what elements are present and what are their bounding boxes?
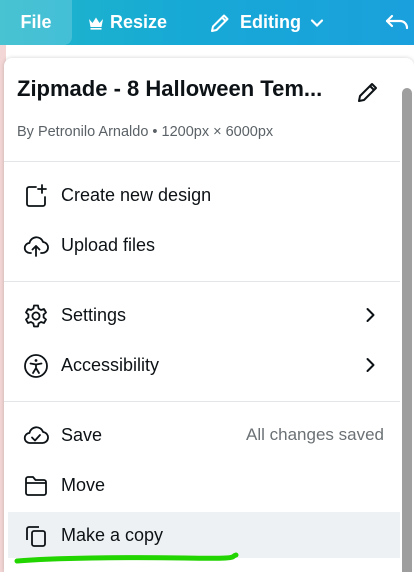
create-new-design-label: Create new design	[61, 184, 212, 205]
design-byline: By Petronilo Arnaldo • 1200px × 6000px	[17, 124, 274, 140]
file-menu-button[interactable]: File	[0, 0, 72, 45]
move-item[interactable]: Move	[8, 462, 400, 508]
accessibility-item[interactable]: Accessibility	[8, 342, 400, 388]
pencil-icon	[211, 14, 229, 32]
create-new-design-item[interactable]: Create new design	[8, 172, 400, 218]
crown-icon	[89, 17, 103, 30]
save-status: All changes saved	[246, 425, 384, 444]
chevron-right-icon	[366, 358, 375, 372]
copy-icon	[26, 526, 46, 547]
make-a-copy-label: Make a copy	[61, 524, 164, 545]
accessibility-icon	[24, 354, 48, 378]
gear-icon	[25, 304, 47, 328]
file-menu-label: File	[20, 12, 52, 32]
settings-label: Settings	[61, 304, 127, 325]
save-label: Save	[61, 424, 103, 445]
cloud-upload-icon	[23, 236, 49, 257]
undo-button[interactable]	[383, 0, 409, 45]
cloud-check-icon	[23, 426, 49, 444]
upload-files-label: Upload files	[61, 234, 156, 255]
folder-icon	[25, 476, 47, 496]
accessibility-label: Accessibility	[61, 354, 160, 375]
resize-label: Resize	[110, 12, 168, 32]
make-a-copy-item[interactable]: Make a copy	[8, 512, 400, 558]
divider	[4, 161, 400, 162]
editing-mode-button[interactable]: Editing	[208, 0, 325, 45]
resize-button[interactable]: Resize	[88, 0, 167, 45]
chevron-down-icon	[310, 18, 324, 27]
top-toolbar: File Resize Editing	[0, 0, 414, 45]
upload-files-item[interactable]: Upload files	[8, 222, 400, 268]
settings-item[interactable]: Settings	[8, 292, 400, 338]
editing-label: Editing	[240, 12, 301, 32]
chevron-right-icon	[366, 308, 375, 322]
design-title: Zipmade - 8 Halloween Tem...	[17, 76, 323, 101]
divider	[4, 281, 400, 282]
move-label: Move	[61, 474, 106, 495]
divider	[4, 401, 400, 402]
undo-icon	[385, 14, 409, 29]
scrollbar[interactable]	[402, 88, 412, 572]
add-page-icon	[26, 184, 47, 207]
file-menu-panel: Zipmade - 8 Halloween Tem... By Petronil…	[4, 58, 414, 572]
edit-title-pencil-icon[interactable]	[354, 78, 382, 106]
save-item[interactable]: Save All changes saved	[8, 412, 400, 458]
